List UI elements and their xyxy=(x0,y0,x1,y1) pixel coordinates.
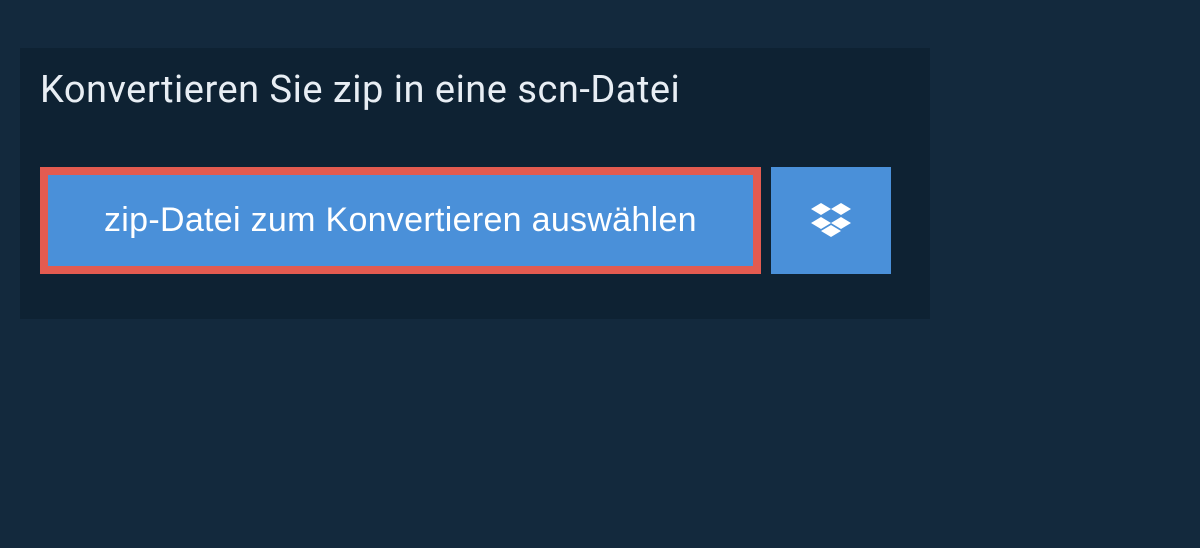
page-title: Konvertieren Sie zip in eine scn-Datei xyxy=(40,68,745,112)
dropbox-button[interactable] xyxy=(771,167,891,274)
converter-panel: Konvertieren Sie zip in eine scn-Datei z… xyxy=(20,48,930,319)
dropbox-icon xyxy=(811,199,851,242)
header-bar: Konvertieren Sie zip in eine scn-Datei xyxy=(20,48,765,132)
choose-file-highlight: zip-Datei zum Konvertieren auswählen xyxy=(40,167,761,274)
choose-file-button[interactable]: zip-Datei zum Konvertieren auswählen xyxy=(48,175,753,266)
button-row: zip-Datei zum Konvertieren auswählen xyxy=(20,132,930,274)
